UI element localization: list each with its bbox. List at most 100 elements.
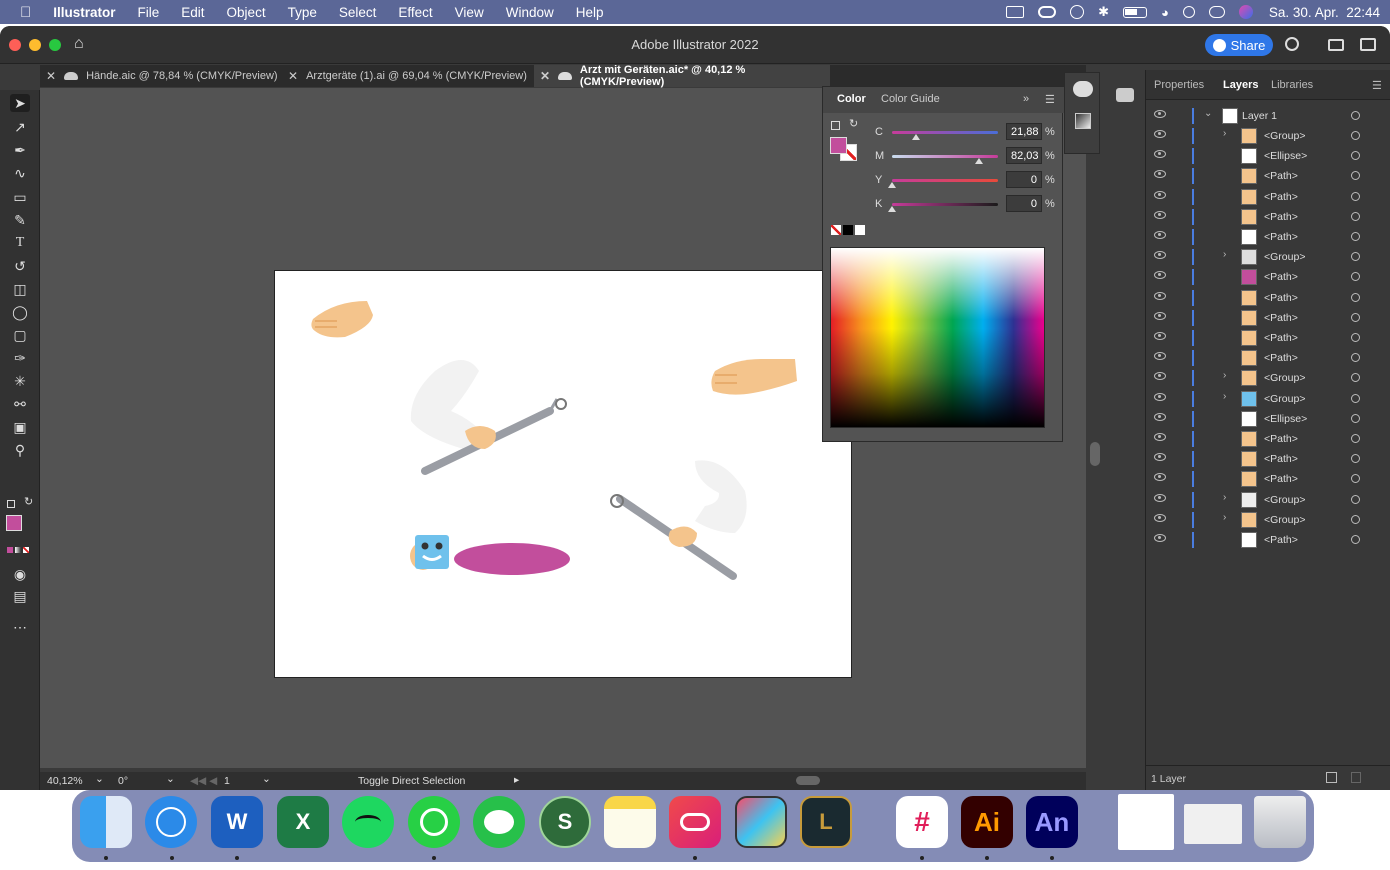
close-tab-icon[interactable]: ✕ [540, 69, 550, 83]
panel-menu-icon[interactable]: ☰ [1372, 79, 1382, 92]
arm-with-instrument[interactable] [610, 460, 747, 580]
target-circle-icon[interactable] [1351, 373, 1360, 383]
chevron-right-icon[interactable]: › [1223, 492, 1226, 503]
apple-icon[interactable]:  [20, 4, 31, 21]
menu-type[interactable]: Type [288, 5, 317, 20]
target-circle-icon[interactable] [1351, 272, 1360, 282]
layer-sublayer-row[interactable]: <Path> [1146, 530, 1386, 550]
target-circle-icon[interactable] [1351, 353, 1360, 363]
scrivener-icon[interactable]: S [539, 796, 591, 848]
visibility-eye-icon[interactable] [1154, 271, 1166, 280]
layer-sublayer-row[interactable]: <Path> [1146, 187, 1386, 207]
sublayer-name[interactable]: <Path> [1264, 352, 1298, 364]
artboard[interactable] [274, 270, 852, 678]
black-swatch[interactable] [843, 225, 853, 235]
tab-haende[interactable]: ✕ Hände.aic @ 78,84 % (CMYK/Preview) [40, 65, 278, 87]
bluetooth-icon[interactable]: ✱ [1098, 4, 1109, 20]
finder-icon[interactable] [80, 796, 132, 848]
menubar-datetime[interactable]: Sa. 30. Apr. 22:44 [1269, 5, 1380, 20]
none-swatch[interactable] [831, 225, 841, 235]
pencil-tool-icon[interactable]: ✎ [10, 211, 30, 229]
layer-sublayer-row[interactable]: <Path> [1146, 166, 1386, 186]
sublayer-name[interactable]: <Path> [1264, 191, 1298, 203]
draw-mode-icon[interactable]: ◉ [10, 565, 30, 583]
sublayer-name[interactable]: <Group> [1264, 372, 1305, 384]
visibility-eye-icon[interactable] [1154, 170, 1166, 179]
visibility-eye-icon[interactable] [1154, 493, 1166, 502]
target-circle-icon[interactable] [1351, 535, 1360, 544]
slider-track[interactable] [892, 131, 998, 134]
slider-track[interactable] [892, 179, 998, 182]
sublayer-name[interactable]: <Path> [1264, 271, 1298, 283]
visibility-eye-icon[interactable] [1154, 291, 1166, 300]
horizontal-scrollbar[interactable] [796, 776, 820, 785]
layer-sublayer-row[interactable]: <Ellipse> [1146, 409, 1386, 429]
layer-sublayer-row[interactable]: <Path> [1146, 328, 1386, 348]
chevron-right-icon[interactable]: › [1223, 249, 1226, 260]
chevron-right-icon[interactable]: › [1223, 128, 1226, 139]
slider-black[interactable]: K 0 % [875, 195, 1055, 213]
type-tool-icon[interactable]: T [10, 234, 30, 252]
layer-sublayer-row[interactable]: <Path> [1146, 267, 1386, 287]
swap-colors-icon[interactable]: ↻ [849, 117, 858, 130]
target-circle-icon[interactable] [1351, 454, 1360, 464]
value-field[interactable]: 21,88 [1006, 123, 1042, 140]
screenshot-thumbnail-icon[interactable] [1184, 804, 1242, 844]
menu-view[interactable]: View [455, 5, 484, 20]
target-circle-icon[interactable] [1351, 171, 1360, 181]
slider-knob[interactable] [888, 182, 896, 188]
visibility-eye-icon[interactable] [1154, 190, 1166, 199]
safari-icon[interactable] [145, 796, 197, 848]
target-circle-icon[interactable] [1351, 312, 1360, 322]
fill-swatch[interactable] [6, 515, 22, 531]
sublayer-name[interactable]: <Group> [1264, 494, 1305, 506]
visibility-eye-icon[interactable] [1154, 130, 1166, 138]
chevron-right-icon[interactable]: › [1223, 512, 1226, 523]
layer-sublayer-row[interactable]: <Path> [1146, 469, 1386, 489]
tab-color-guide[interactable]: Color Guide [881, 93, 940, 105]
shape-builder-tool-icon[interactable]: ⚯ [10, 395, 30, 413]
visibility-eye-icon[interactable] [1154, 110, 1166, 118]
sublayer-name[interactable]: <Group> [1264, 393, 1305, 405]
target-circle-icon[interactable] [1351, 474, 1360, 484]
gradient-mode-icon[interactable] [15, 547, 21, 553]
visibility-eye-icon[interactable] [1154, 251, 1166, 260]
direct-selection-tool-icon[interactable]: ↗ [10, 118, 30, 136]
value-field[interactable]: 0 [1006, 195, 1042, 212]
whatsapp-icon[interactable] [408, 796, 460, 848]
share-button[interactable]: Share [1205, 34, 1273, 56]
layer-sublayer-row[interactable]: <Path> [1146, 449, 1386, 469]
sublayer-name[interactable]: <Path> [1264, 534, 1298, 546]
slider-knob[interactable] [975, 158, 983, 164]
close-tab-icon[interactable]: ✕ [46, 69, 56, 83]
arrange-documents-icon[interactable] [1328, 39, 1344, 51]
edit-toolbar-icon[interactable]: ⋯ [10, 618, 30, 636]
visibility-eye-icon[interactable] [1154, 231, 1166, 239]
artboard-nav-arrows[interactable]: ◀◀ ◀ [190, 775, 217, 787]
chevron-down-icon[interactable]: ⌄ [166, 773, 175, 785]
siri-icon[interactable] [1238, 5, 1253, 19]
delete-icon[interactable] [1351, 772, 1361, 783]
color-spectrum[interactable] [830, 247, 1045, 428]
tab-libraries[interactable]: Libraries [1271, 79, 1313, 91]
layer-sublayer-row[interactable]: <Ellipse> [1146, 146, 1386, 166]
spotlight-search-icon[interactable] [1182, 6, 1195, 18]
target-circle-icon[interactable] [1351, 252, 1360, 262]
tab-properties[interactable]: Properties [1154, 79, 1204, 91]
layer-sublayer-row[interactable]: <Path> [1146, 308, 1386, 328]
sublayer-name[interactable]: <Ellipse> [1264, 150, 1307, 162]
creative-cloud-menu-icon[interactable] [1038, 6, 1057, 18]
slider-cyan[interactable]: C 21,88 % [875, 123, 1055, 141]
arm-with-face-tool[interactable] [410, 535, 570, 575]
animate-icon[interactable]: An [1026, 796, 1078, 848]
target-circle-icon[interactable] [1351, 111, 1360, 120]
sublayer-name[interactable]: <Path> [1264, 170, 1298, 182]
rotation-field[interactable]: 0° [118, 775, 128, 787]
visibility-eye-icon[interactable] [1154, 534, 1166, 542]
target-circle-icon[interactable] [1351, 413, 1360, 423]
target-circle-icon[interactable] [1351, 191, 1360, 201]
play-icon[interactable]: ▸ [514, 774, 519, 786]
slider-track[interactable] [892, 203, 998, 206]
layer-sublayer-row[interactable]: <Path> [1146, 288, 1386, 308]
color-mode-icon[interactable] [7, 547, 13, 553]
